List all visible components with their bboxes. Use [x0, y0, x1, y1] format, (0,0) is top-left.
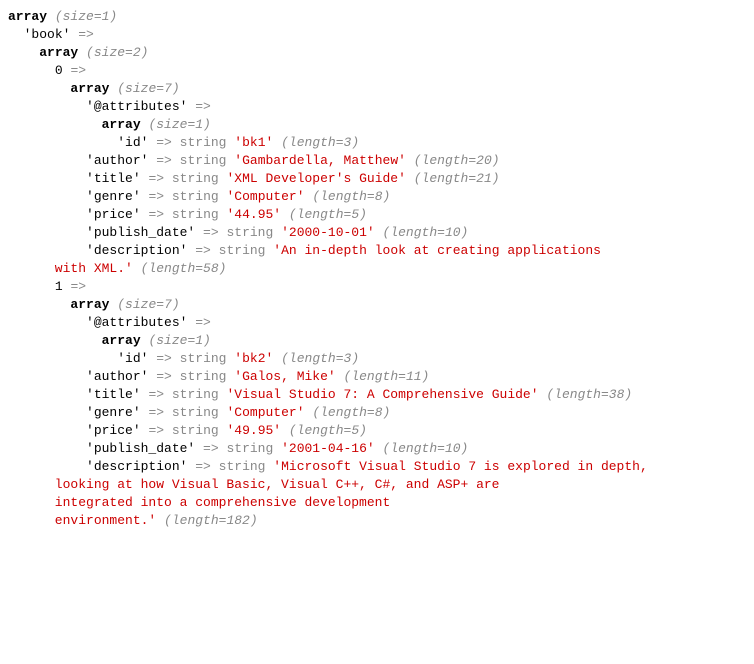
var-dump-output: array (size=1) 'book' => array (size=2) … — [8, 8, 746, 530]
